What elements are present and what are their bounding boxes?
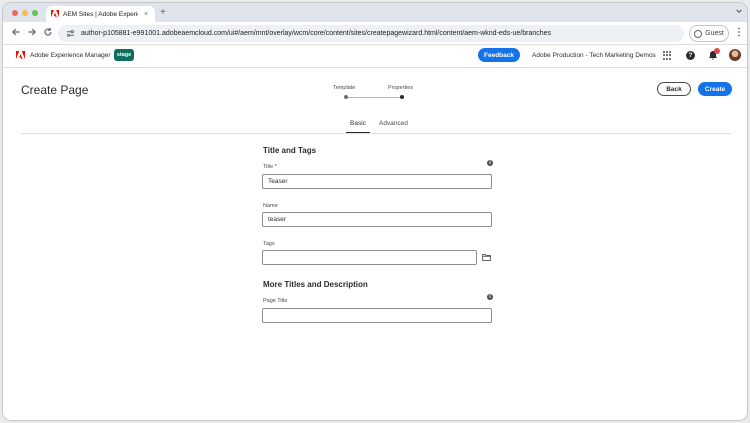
guest-label: Guest [705,30,724,37]
adobe-logo-icon[interactable] [16,51,25,60]
folder-icon [481,254,491,261]
tabs-divider [21,133,731,134]
new-tab-button[interactable]: + [160,7,166,19]
title-label: Title * [263,164,277,170]
back-arrow-icon[interactable] [11,27,21,37]
profile-guest-button[interactable]: Guest [689,25,729,42]
page-title-label: Page Title [263,298,288,304]
create-page-wizard: Create Page Template Properties Back Cre… [3,68,747,420]
url-text[interactable]: author-p105881-e991001.adobeaemcloud.com… [81,30,551,37]
tags-picker-button[interactable] [480,250,492,265]
tags-label: Tags [263,241,275,247]
page-title-field[interactable] [262,308,492,323]
wizard-stepper: Template Properties [333,85,418,105]
tags-field[interactable] [262,250,477,265]
person-icon [694,29,703,38]
tab-close-icon[interactable]: × [142,11,150,18]
title-field[interactable]: Teaser [262,174,492,189]
browser-toolbar: author-p105881-e991001.adobeaemcloud.com… [3,22,747,45]
forward-arrow-icon[interactable] [27,27,37,37]
tab-strip: AEM Sites | Adobe Experience × + [3,3,747,22]
feedback-button[interactable]: Feedback [478,48,520,62]
aem-shell-header: Adobe Experience Manager stage Feedback … [3,45,747,68]
environment-badge: stage [114,49,134,61]
step-template-dot[interactable] [344,95,348,99]
site-info-icon[interactable] [66,29,75,38]
tab-search-chevron-icon[interactable] [735,7,743,15]
section-title-and-tags: Title and Tags [263,146,317,155]
browser-tab-active[interactable]: AEM Sites | Adobe Experience × [46,6,155,22]
adobe-favicon-icon [51,10,59,18]
user-avatar[interactable] [729,49,741,61]
step-properties-label: Properties [388,85,414,91]
tab-advanced[interactable]: Advanced [379,120,408,127]
product-name[interactable]: Adobe Experience Manager [30,52,111,59]
tab-basic[interactable]: Basic [350,120,366,127]
address-bar[interactable]: author-p105881-e991001.adobeaemcloud.com… [58,25,684,42]
info-icon[interactable]: i [487,160,493,166]
minimize-window-button[interactable] [22,10,28,16]
tab-title: AEM Sites | Adobe Experience [63,10,138,18]
create-button[interactable]: Create [698,82,732,96]
section-more-titles: More Titles and Description [263,280,368,289]
help-icon[interactable]: ? [686,51,695,60]
name-label: Name [263,203,278,209]
apps-grid-icon[interactable] [663,51,672,60]
org-switcher[interactable]: Adobe Production - Tech Marketing Demos [532,52,656,59]
step-properties-dot [400,95,404,99]
step-template-label[interactable]: Template [333,85,355,91]
title-value: Teaser [268,178,288,185]
info-icon[interactable]: i [487,294,493,300]
name-value: teaser [268,216,287,223]
notification-badge [714,48,720,54]
browser-menu-icon[interactable] [737,27,741,37]
browser-window: AEM Sites | Adobe Experience × + author-… [2,2,748,421]
back-button[interactable]: Back [657,82,691,96]
stepper-line [346,97,403,98]
reload-icon[interactable] [43,27,53,37]
page-title: Create Page [21,83,89,97]
maximize-window-button[interactable] [32,10,38,16]
close-window-button[interactable] [12,10,18,16]
name-field[interactable]: teaser [262,212,492,227]
